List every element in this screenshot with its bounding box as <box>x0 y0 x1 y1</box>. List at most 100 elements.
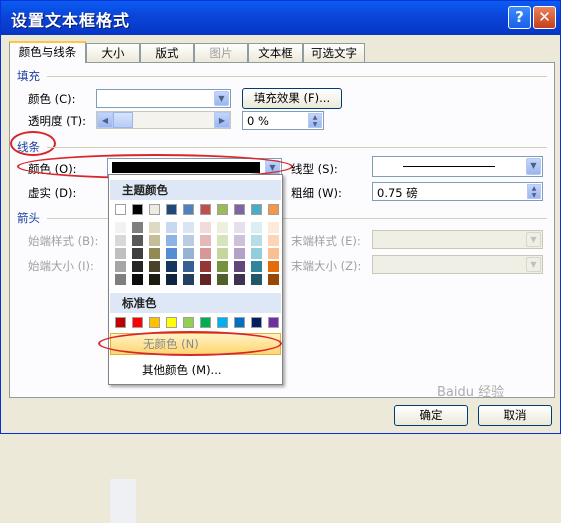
theme-shade-swatch[interactable] <box>149 261 160 272</box>
theme-shade-swatch[interactable] <box>183 235 194 246</box>
fill-color-dropdown[interactable]: ▼ <box>96 89 231 108</box>
theme-color-swatch[interactable] <box>251 204 262 215</box>
chevron-right-icon[interactable]: ▶ <box>214 112 230 128</box>
theme-shade-swatch[interactable] <box>115 261 126 272</box>
weight-input[interactable]: 0.75 磅 ▲ ▼ <box>372 182 543 201</box>
standard-color-swatch[interactable] <box>217 317 228 328</box>
theme-color-swatch[interactable] <box>149 204 160 215</box>
theme-shade-swatch[interactable] <box>268 261 279 272</box>
standard-color-swatch[interactable] <box>234 317 245 328</box>
format-textbox-dialog: 设置文本框格式 ? ✕ 颜色与线条 大小 版式 图片 文本框 可选文字 填充 颜… <box>0 0 561 523</box>
theme-shade-swatch[interactable] <box>217 274 228 285</box>
theme-shade-swatch[interactable] <box>217 222 228 233</box>
weight-label: 粗细 (W): <box>291 186 342 200</box>
begin-size-label: 始端大小 (I): <box>28 259 94 273</box>
arrows-section-title: 箭头 <box>17 211 40 225</box>
theme-shade-swatch[interactable] <box>115 235 126 246</box>
theme-color-swatch[interactable] <box>166 204 177 215</box>
theme-shade-swatch[interactable] <box>251 235 262 246</box>
theme-shade-swatch[interactable] <box>234 261 245 272</box>
standard-color-swatch[interactable] <box>183 317 194 328</box>
standard-color-swatch[interactable] <box>166 317 177 328</box>
theme-color-swatch[interactable] <box>132 204 143 215</box>
theme-shade-swatch[interactable] <box>132 274 143 285</box>
standard-color-swatch[interactable] <box>115 317 126 328</box>
theme-shade-swatch[interactable] <box>200 261 211 272</box>
theme-shade-swatch[interactable] <box>132 222 143 233</box>
fill-effects-button[interactable]: 填充效果 (F)... <box>242 88 342 109</box>
theme-shade-swatch[interactable] <box>149 235 160 246</box>
transparency-slider[interactable]: ◀ ▶ <box>96 111 231 129</box>
theme-color-swatch[interactable] <box>115 204 126 215</box>
slider-thumb[interactable] <box>113 112 133 128</box>
spinner-icon[interactable]: ▲ ▼ <box>308 113 322 128</box>
theme-shade-swatch[interactable] <box>132 248 143 259</box>
cancel-button[interactable]: 取消 <box>478 405 552 426</box>
theme-shade-swatch[interactable] <box>217 248 228 259</box>
theme-shade-swatch[interactable] <box>251 274 262 285</box>
theme-shade-swatch[interactable] <box>149 222 160 233</box>
theme-shade-swatch[interactable] <box>200 235 211 246</box>
theme-shade-swatch[interactable] <box>268 248 279 259</box>
theme-color-swatch[interactable] <box>200 204 211 215</box>
theme-shade-swatch[interactable] <box>234 248 245 259</box>
theme-color-swatch[interactable] <box>183 204 194 215</box>
theme-shade-swatch[interactable] <box>166 222 177 233</box>
theme-shade-swatch[interactable] <box>251 261 262 272</box>
ok-button[interactable]: 确定 <box>394 405 468 426</box>
theme-shade-swatch[interactable] <box>251 248 262 259</box>
theme-shade-swatch[interactable] <box>268 235 279 246</box>
theme-shade-swatch[interactable] <box>183 261 194 272</box>
theme-color-swatch[interactable] <box>234 204 245 215</box>
theme-shade-swatch[interactable] <box>200 222 211 233</box>
standard-color-swatch[interactable] <box>268 317 279 328</box>
standard-color-swatch[interactable] <box>132 317 143 328</box>
tab-textbox[interactable]: 文本框 <box>248 43 303 62</box>
theme-shade-swatch[interactable] <box>200 274 211 285</box>
chevron-left-icon[interactable]: ◀ <box>97 112 113 128</box>
theme-color-swatch[interactable] <box>217 204 228 215</box>
theme-shade-swatch[interactable] <box>149 274 160 285</box>
standard-color-swatch[interactable] <box>200 317 211 328</box>
theme-shade-swatch[interactable] <box>251 222 262 233</box>
spinner-icon[interactable]: ▲ ▼ <box>527 184 541 199</box>
theme-shade-swatch[interactable] <box>268 274 279 285</box>
dialog-title: 设置文本框格式 <box>11 11 131 30</box>
theme-shade-swatch[interactable] <box>132 261 143 272</box>
theme-shade-swatch[interactable] <box>268 222 279 233</box>
help-button[interactable]: ? <box>508 6 531 29</box>
standard-color-swatch[interactable] <box>251 317 262 328</box>
theme-shade-swatch[interactable] <box>183 248 194 259</box>
theme-shade-swatch[interactable] <box>115 222 126 233</box>
line-style-preview <box>403 166 495 167</box>
theme-shade-swatch[interactable] <box>217 261 228 272</box>
more-colors-menu-item[interactable]: 其他颜色 (M)... <box>110 360 281 382</box>
chevron-down-icon: ▼ <box>526 257 541 272</box>
theme-shade-swatch[interactable] <box>183 274 194 285</box>
theme-shade-swatch[interactable] <box>234 235 245 246</box>
theme-shade-swatch[interactable] <box>132 235 143 246</box>
tab-colors-lines[interactable]: 颜色与线条 <box>9 41 86 63</box>
theme-shade-swatch[interactable] <box>166 235 177 246</box>
theme-shade-swatch[interactable] <box>115 274 126 285</box>
close-button[interactable]: ✕ <box>533 6 556 29</box>
theme-colors-header: 主题颜色 <box>110 180 281 200</box>
theme-shade-swatch[interactable] <box>115 248 126 259</box>
theme-shade-swatch[interactable] <box>234 274 245 285</box>
theme-shade-swatch[interactable] <box>234 222 245 233</box>
tab-picture: 图片 <box>194 43 248 62</box>
theme-shade-swatch[interactable] <box>166 274 177 285</box>
theme-shade-swatch[interactable] <box>217 235 228 246</box>
tab-layout[interactable]: 版式 <box>140 43 194 62</box>
theme-shade-swatch[interactable] <box>149 248 160 259</box>
tab-alt-text[interactable]: 可选文字 <box>303 43 365 62</box>
tab-size[interactable]: 大小 <box>86 43 140 62</box>
line-style-dropdown[interactable]: ▼ <box>372 156 543 177</box>
theme-shade-swatch[interactable] <box>200 248 211 259</box>
theme-shade-swatch[interactable] <box>183 222 194 233</box>
theme-shade-swatch[interactable] <box>166 248 177 259</box>
transparency-input[interactable]: 0 % ▲ ▼ <box>242 111 324 130</box>
standard-color-swatch[interactable] <box>149 317 160 328</box>
theme-shade-swatch[interactable] <box>166 261 177 272</box>
theme-color-swatch[interactable] <box>268 204 279 215</box>
